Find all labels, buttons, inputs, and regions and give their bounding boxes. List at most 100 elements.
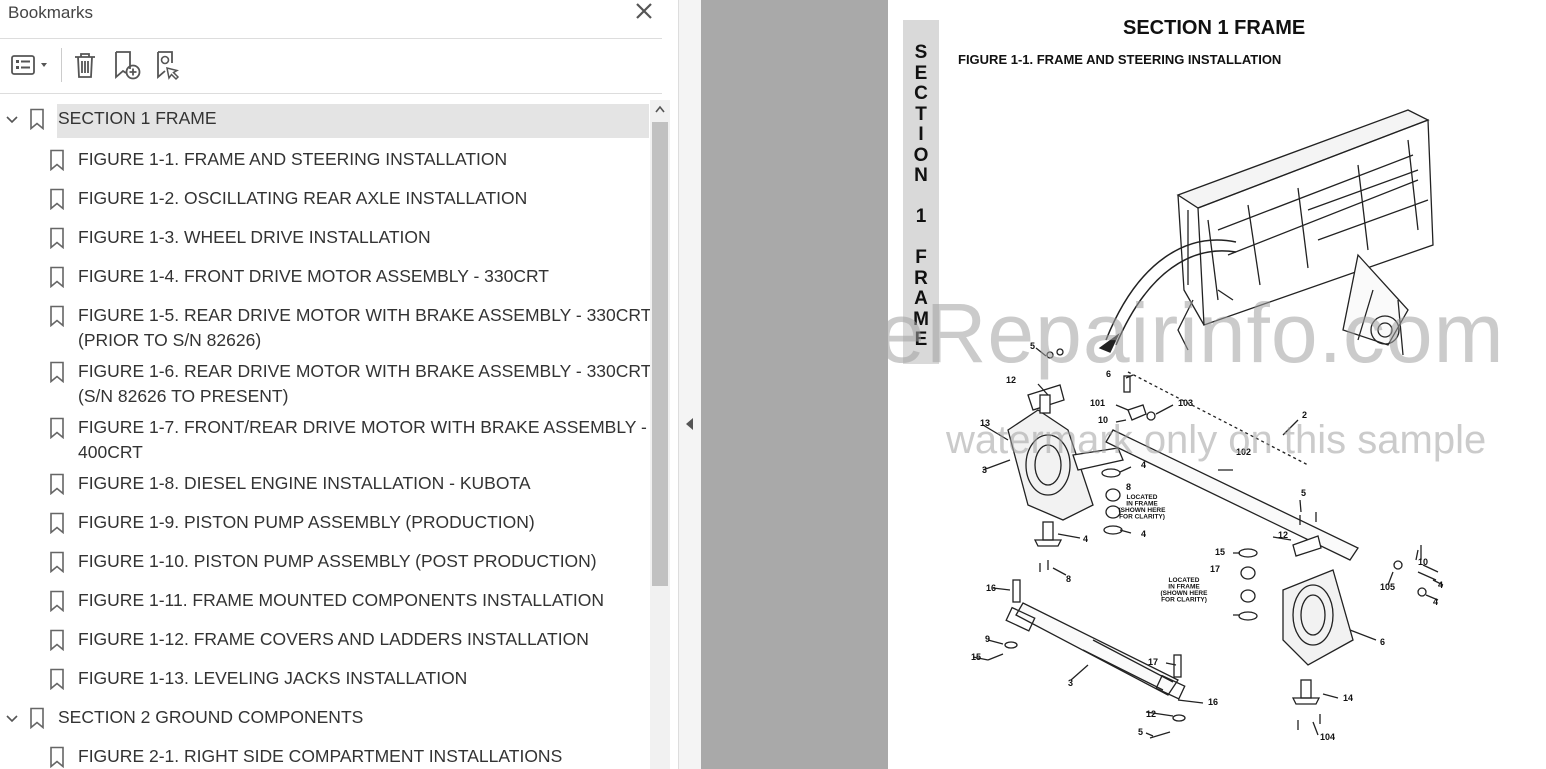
bookmark-label: FIGURE 1-11. FRAME MOUNTED COMPONENTS IN… — [78, 588, 604, 613]
scroll-up-button[interactable] — [651, 102, 669, 118]
bookmark-item[interactable]: FIGURE 1-9. PISTON PUMP ASSEMBLY (PRODUC… — [0, 504, 650, 543]
bookmark-label-line: SECTION 1 FRAME — [58, 108, 217, 128]
watermark-large: eRepairinfo.com — [888, 286, 1505, 380]
bookmark-section[interactable]: SECTION 2 GROUND COMPONENTS — [0, 699, 650, 738]
bookmark-label: FIGURE 1-9. PISTON PUMP ASSEMBLY (PRODUC… — [78, 510, 535, 535]
close-panel-button[interactable] — [630, 0, 658, 24]
bookmark-item[interactable]: FIGURE 1-6. REAR DRIVE MOTOR WITH BRAKE … — [0, 353, 651, 417]
bookmark-icon — [50, 227, 64, 249]
bookmarks-panel: Bookmarks SECTION 1 FRAME FIGURE 1-1. FR… — [0, 0, 678, 769]
bookmark-label-line: FIGURE 1-11. FRAME MOUNTED COMPONENTS IN… — [78, 590, 605, 610]
callout-number: 16 — [986, 583, 996, 593]
document-page[interactable]: SECTION1FRAME 5 12 6 13 101 10 103 2 3 4… — [888, 0, 1546, 769]
bookmark-item[interactable]: FIGURE 1-4. FRONT DRIVE MOTOR ASSEMBLY -… — [0, 258, 650, 297]
callout-number: 105 — [1380, 582, 1395, 592]
bookmark-item[interactable]: FIGURE 1-12. FRAME COVERS AND LADDERS IN… — [0, 621, 650, 660]
callout-number: 14 — [1343, 693, 1353, 703]
callout-number: 4 — [1141, 529, 1146, 539]
figure-title: FIGURE 1-1. FRAME AND STEERING INSTALLAT… — [958, 52, 1282, 67]
bookmark-label-line: FIGURE 1-2. OSCILLATING REAR AXLE INSTAL… — [78, 188, 528, 208]
toolbar-separator — [61, 48, 62, 82]
bookmark-label: FIGURE 1-8. DIESEL ENGINE INSTALLATION -… — [78, 471, 531, 496]
bookmark-label: FIGURE 1-7. FRONT/REAR DRIVE MOTOR WITH … — [78, 415, 647, 465]
bookmark-tree: SECTION 1 FRAME FIGURE 1-1. FRAME AND STE… — [0, 100, 651, 769]
located-note-line: FOR CLARITY) — [1161, 597, 1207, 604]
close-icon — [636, 3, 652, 19]
callout-number: 103 — [1178, 398, 1193, 408]
callout-number: 101 — [1090, 398, 1105, 408]
chevron-down-icon[interactable] — [4, 711, 20, 727]
options-menu-button[interactable] — [6, 48, 54, 82]
bookmark-icon — [50, 629, 64, 651]
scrollbar-thumb[interactable] — [652, 122, 668, 586]
bookmark-item[interactable]: FIGURE 1-11. FRAME MOUNTED COMPONENTS IN… — [0, 582, 650, 621]
callout-number: 8 — [1066, 574, 1071, 584]
chevron-down-icon[interactable] — [4, 112, 20, 128]
document-background — [701, 0, 888, 769]
callout-number: 16 — [1208, 697, 1218, 707]
callout-number: 8 — [1126, 482, 1131, 492]
bookmark-item[interactable]: FIGURE 1-7. FRONT/REAR DRIVE MOTOR WITH … — [0, 409, 650, 473]
bookmark-label-line: FIGURE 1-10. PISTON PUMP ASSEMBLY (POST … — [78, 551, 597, 571]
bookmark-label: FIGURE 1-5. REAR DRIVE MOTOR WITH BRAKE … — [78, 303, 651, 353]
callout-number: 4 — [1433, 597, 1438, 607]
bookmark-label-line: FIGURE 1-6. REAR DRIVE MOTOR WITH BRAKE … — [78, 361, 652, 381]
callout-number: 9 — [985, 634, 990, 644]
bookmark-icon — [50, 473, 64, 495]
bookmark-label-line: FIGURE 1-7. FRONT/REAR DRIVE MOTOR WITH … — [78, 417, 647, 437]
watermark-small: watermark only on this sample — [946, 418, 1487, 462]
panel-collapse-handle[interactable] — [678, 0, 701, 769]
bookmark-label-line: FIGURE 1-1. FRAME AND STEERING INSTALLAT… — [78, 149, 508, 169]
find-bookmark-button[interactable] — [152, 48, 186, 82]
bookmark-item[interactable]: FIGURE 1-5. REAR DRIVE MOTOR WITH BRAKE … — [0, 297, 651, 361]
bookmark-label: SECTION 1 FRAME — [58, 106, 217, 131]
callout-number: 5 — [1138, 727, 1143, 737]
callout-number: 104 — [1320, 732, 1335, 742]
bookmark-item[interactable]: FIGURE 1-8. DIESEL ENGINE INSTALLATION -… — [0, 465, 650, 504]
bookmark-icon — [50, 417, 64, 439]
bookmark-icon — [30, 707, 44, 729]
bookmark-icon — [50, 512, 64, 534]
bookmark-label: FIGURE 1-10. PISTON PUMP ASSEMBLY (POST … — [78, 549, 597, 574]
bookmark-label-line: FIGURE 1-9. PISTON PUMP ASSEMBLY (PRODUC… — [78, 512, 535, 532]
frame-steering-diagram: 5126131011010323 481025124481517169153171… — [971, 109, 1444, 742]
bookmark-icon — [50, 590, 64, 612]
collapse-arrow-icon — [686, 418, 693, 430]
bookmark-label-line: FIGURE 1-12. FRAME COVERS AND LADDERS IN… — [78, 629, 589, 649]
bookmark-icon — [50, 149, 64, 171]
located-note-line: FOR CLARITY) — [1119, 514, 1165, 521]
panel-title: Bookmarks — [8, 3, 94, 22]
bookmark-section[interactable]: SECTION 1 FRAME — [0, 100, 650, 139]
bookmark-item[interactable]: FIGURE 1-1. FRAME AND STEERING INSTALLAT… — [0, 141, 650, 180]
bookmark-icon — [50, 305, 64, 327]
bookmark-item[interactable]: FIGURE 1-3. WHEEL DRIVE INSTALLATION — [0, 219, 650, 258]
bookmark-item[interactable]: FIGURE 2-1. RIGHT SIDE COMPARTMENT INSTA… — [0, 738, 650, 769]
bookmark-icon — [30, 108, 44, 130]
bookmark-label-line: FIGURE 2-1. RIGHT SIDE COMPARTMENT INSTA… — [78, 746, 563, 766]
callout-number: 6 — [1380, 637, 1385, 647]
bookmark-label-line: 400CRT — [78, 442, 143, 462]
bookmark-item[interactable]: FIGURE 1-2. OSCILLATING REAR AXLE INSTAL… — [0, 180, 650, 219]
bookmark-label-line: FIGURE 1-8. DIESEL ENGINE INSTALLATION -… — [78, 473, 531, 493]
add-bookmark-button[interactable] — [110, 48, 144, 82]
callout-number: 3 — [1068, 678, 1073, 688]
bookmark-icon — [50, 266, 64, 288]
callout-number: 17 — [1210, 564, 1220, 574]
delete-bookmark-button[interactable] — [68, 48, 102, 82]
bookmark-item[interactable]: FIGURE 1-10. PISTON PUMP ASSEMBLY (POST … — [0, 543, 650, 582]
callout-number: 4 — [1083, 534, 1088, 544]
bookmark-icon — [50, 188, 64, 210]
callout-number: 10 — [1418, 557, 1428, 567]
bookmark-label: FIGURE 1-2. OSCILLATING REAR AXLE INSTAL… — [78, 186, 527, 211]
bookmark-icon — [50, 551, 64, 573]
add-bookmark-icon — [115, 51, 141, 80]
bookmark-label-line: FIGURE 1-13. LEVELING JACKS INSTALLATION — [78, 668, 468, 688]
bookmarks-toolbar — [0, 40, 662, 92]
bookmark-label: FIGURE 1-6. REAR DRIVE MOTOR WITH BRAKE … — [78, 359, 651, 409]
callout-number: 15 — [1215, 547, 1225, 557]
bookmark-label: SECTION 2 GROUND COMPONENTS — [58, 705, 363, 730]
bookmark-icon — [50, 746, 64, 768]
bookmark-label: FIGURE 1-1. FRAME AND STEERING INSTALLAT… — [78, 147, 507, 172]
bookmark-item[interactable]: FIGURE 1-13. LEVELING JACKS INSTALLATION — [0, 660, 650, 699]
chevron-up-icon — [655, 105, 665, 113]
